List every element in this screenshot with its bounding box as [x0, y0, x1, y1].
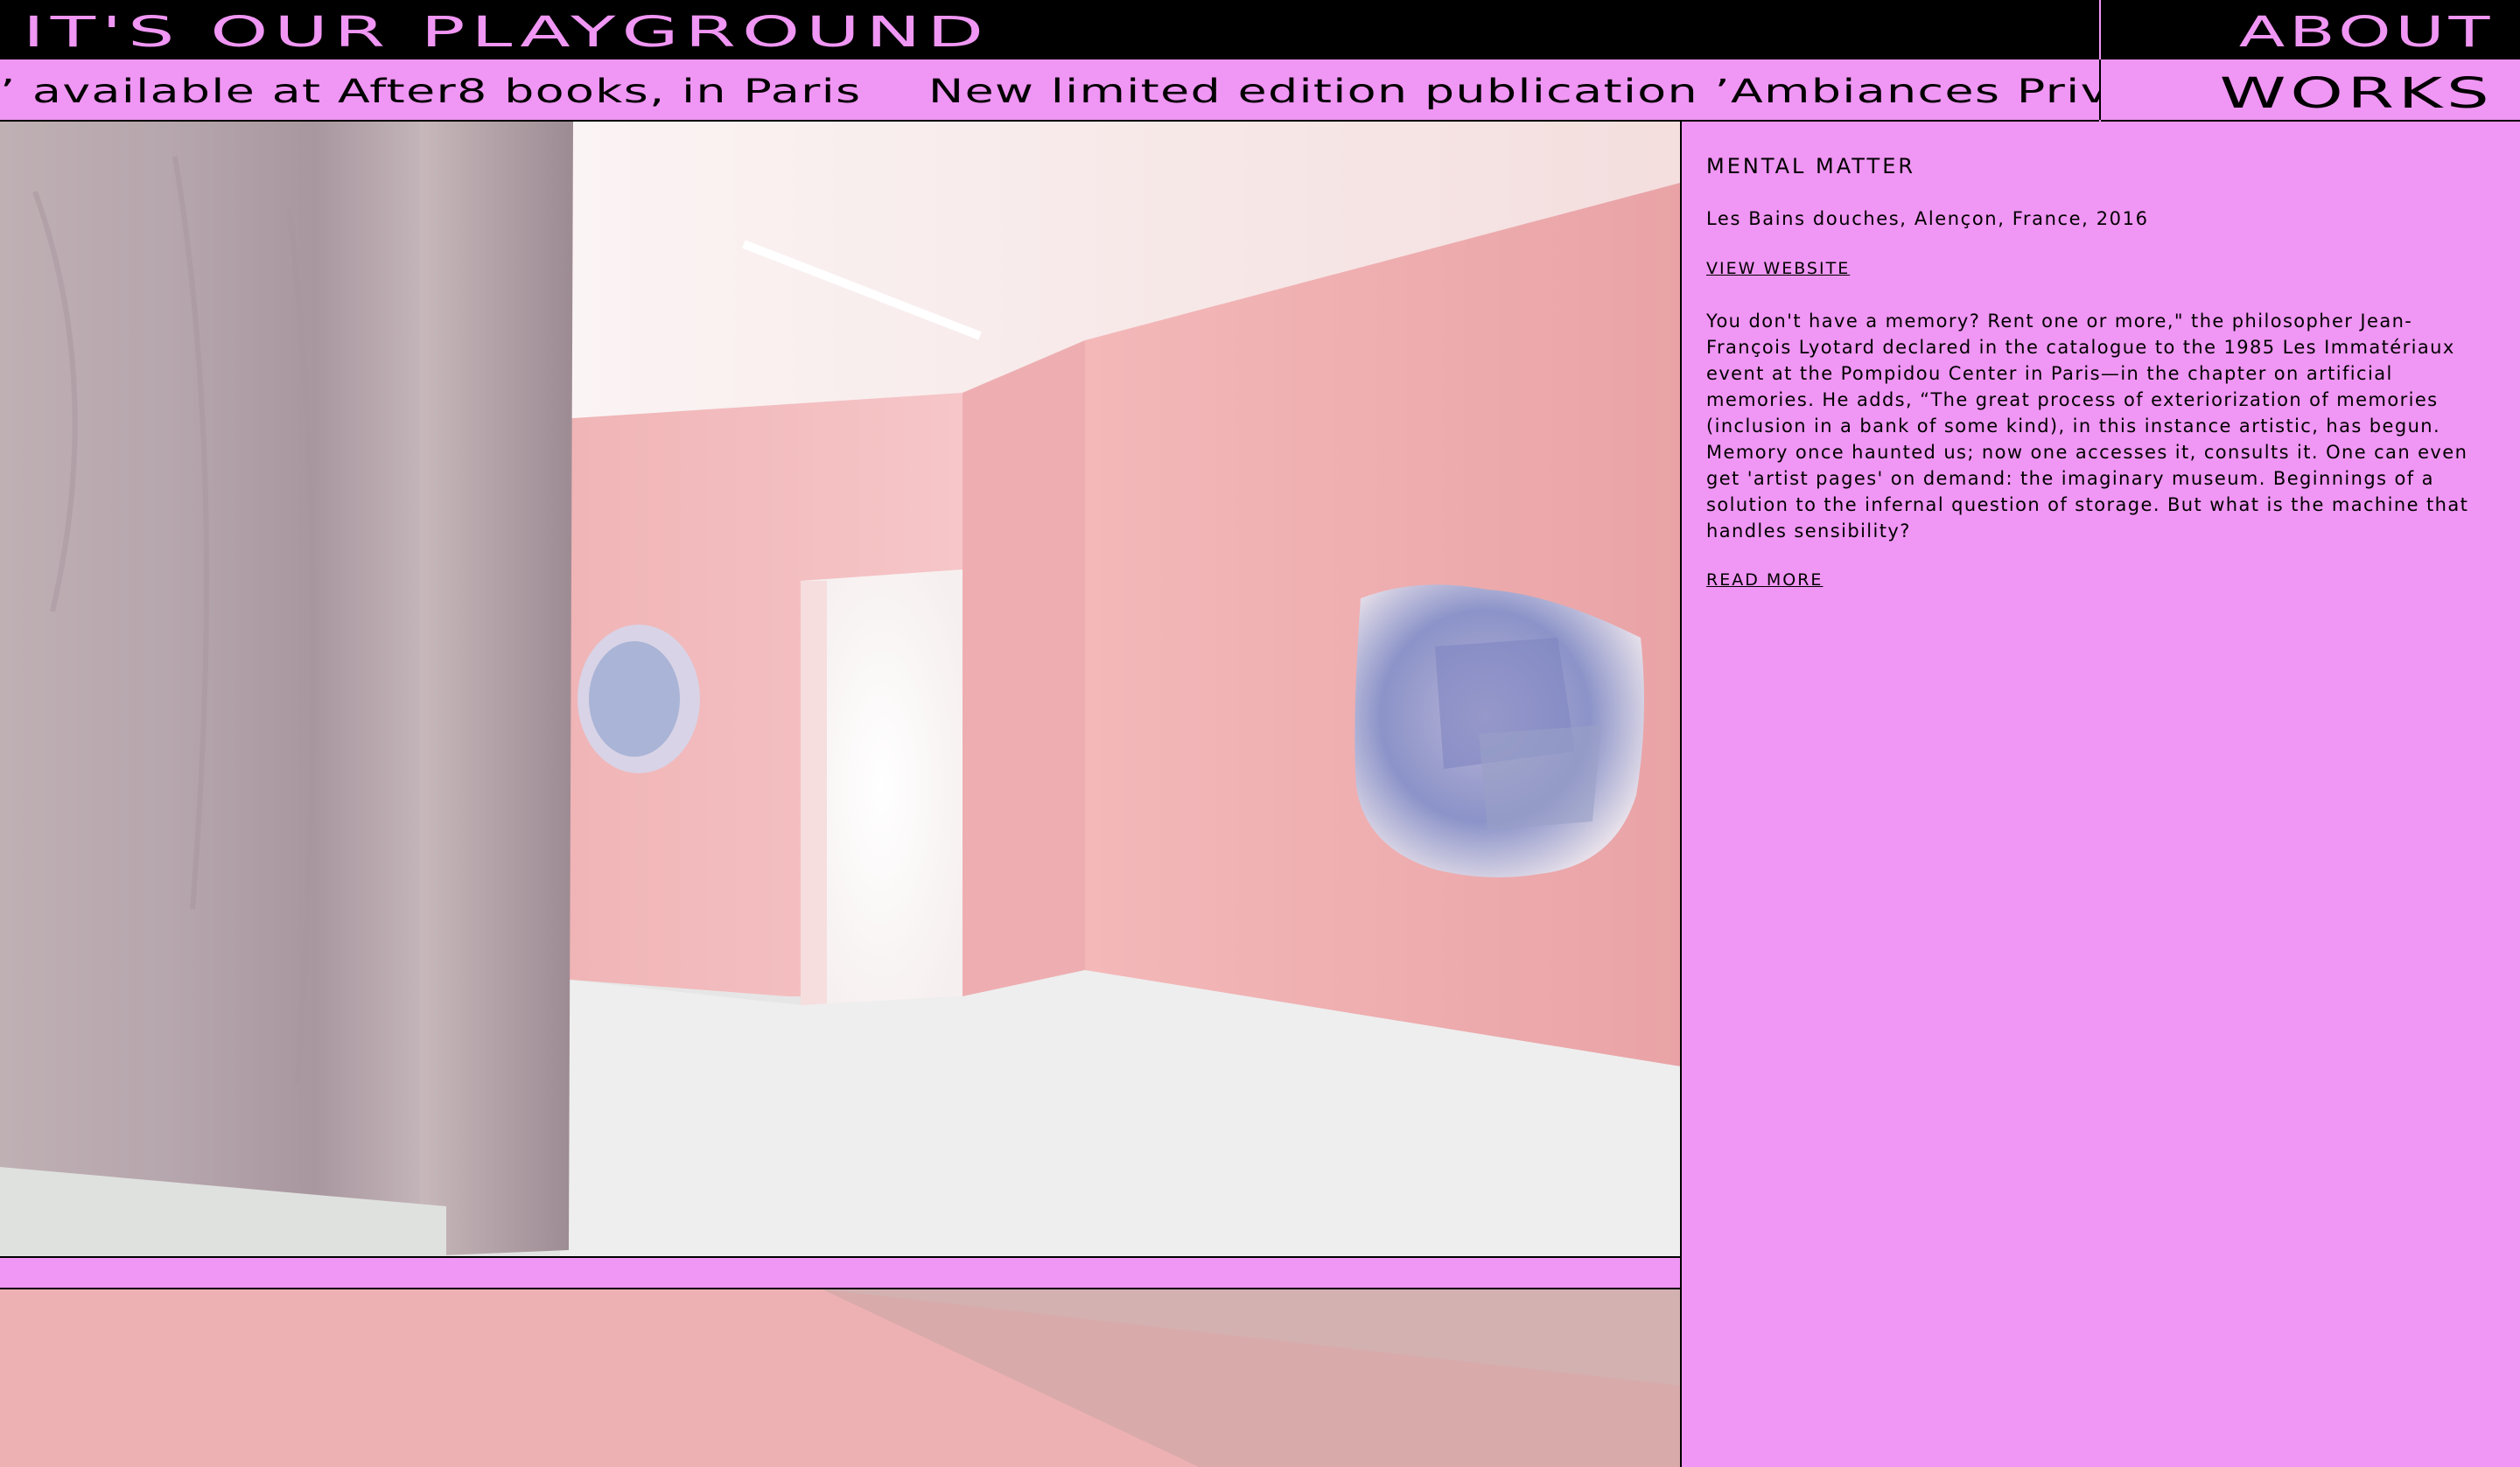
work-venue: Les Bains douches, Alençon, France, 2016	[1706, 208, 2149, 229]
site-title-link[interactable]: IT'S OUR PLAYGROUND	[23, 0, 990, 59]
installation-photo[interactable]	[0, 1289, 1680, 1467]
gallery-spacer	[0, 1258, 1680, 1289]
nav-works-link[interactable]: WORKS	[2220, 59, 2494, 120]
installation-photo-image	[0, 122, 1680, 1256]
work-title: MENTAL MATTER	[1706, 154, 1916, 178]
view-website-link[interactable]: VIEW WEBSITE	[1706, 259, 1850, 278]
image-gallery	[0, 122, 1680, 1467]
works-nav-cell: WORKS	[2101, 59, 2520, 122]
top-bar: IT'S OUR PLAYGROUND ABOUT	[0, 0, 2520, 59]
news-ticker[interactable]: ’ available at After8 books, in Paris Ne…	[0, 59, 2099, 122]
work-info-panel: MENTAL MATTER Les Bains douches, Alençon…	[1706, 154, 2485, 590]
nav-divider	[2099, 0, 2101, 59]
work-description: You don't have a memory? Rent one or mor…	[1706, 311, 2469, 541]
nav-about-link[interactable]: ABOUT	[2239, 0, 2494, 59]
read-more-link[interactable]: READ MORE	[1706, 570, 1823, 590]
ticker-segment: ’ available at After8 books, in Paris	[0, 73, 862, 110]
installation-photo[interactable]	[0, 122, 1680, 1258]
ticker-segment: New limited edition publication ’Ambianc…	[928, 73, 2099, 110]
installation-photo-image	[0, 1289, 1680, 1467]
ticker-track: ’ available at After8 books, in Paris Ne…	[0, 59, 2099, 120]
panel-divider	[1680, 122, 1682, 1467]
